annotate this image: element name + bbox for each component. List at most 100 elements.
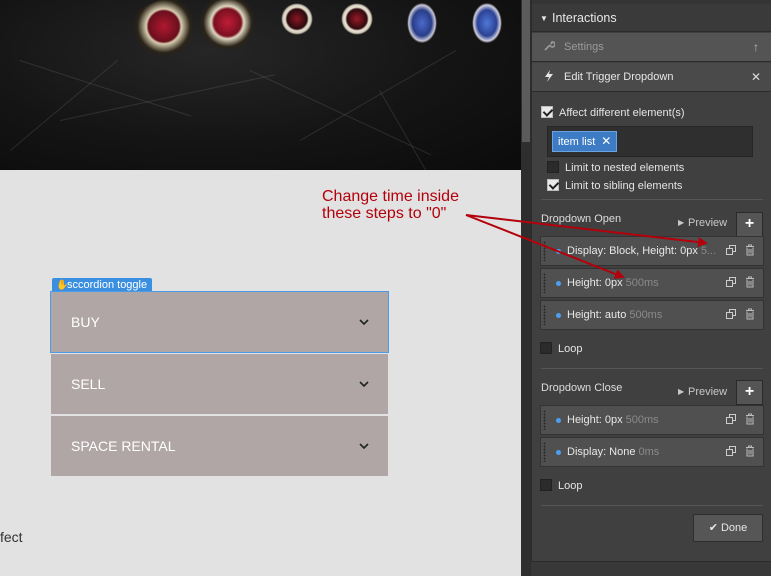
close-step[interactable]: Height: 0px 500ms <box>540 405 764 435</box>
selector-input[interactable]: item list ✕ <box>547 126 753 157</box>
settings-label: Settings <box>564 41 604 53</box>
duplicate-icon[interactable] <box>726 277 736 287</box>
accordion-toggle-sell[interactable]: SELL <box>51 354 388 414</box>
header-photo <box>0 0 521 170</box>
preview-open-button[interactable]: ▶ Preview <box>678 217 727 229</box>
done-label: Done <box>720 522 748 534</box>
open-loop-row[interactable]: Loop <box>540 341 582 357</box>
step-duration: 5... <box>700 245 717 257</box>
accordion-toggle-buy[interactable]: BUY <box>50 291 389 353</box>
ornament-image <box>200 0 255 50</box>
nested-checkbox[interactable] <box>547 161 559 173</box>
drag-handle[interactable] <box>543 442 546 462</box>
step-label: Display: Block, Height: 0px <box>567 245 698 257</box>
preview-close-button[interactable]: ▶ Preview <box>678 386 727 398</box>
panel-title: Interactions <box>552 11 617 25</box>
trash-icon[interactable] <box>745 445 755 457</box>
annotation-callout: Change time inside these steps to "0" <box>322 188 459 222</box>
trash-icon[interactable] <box>745 413 755 425</box>
step-label: Height: auto <box>567 309 627 321</box>
add-close-step-button[interactable]: + <box>736 380 763 405</box>
step-label: Height: 0px <box>567 277 623 289</box>
selector-token[interactable]: item list ✕ <box>552 131 618 152</box>
trash-icon[interactable] <box>745 276 755 288</box>
open-loop-checkbox[interactable] <box>540 342 552 354</box>
remove-token-icon[interactable]: ✕ <box>601 134 611 148</box>
selected-element-name: sccordion toggle <box>67 279 148 291</box>
designer-canvas[interactable]: ✋sccordion toggle BUY SELL SPACE RENTAL … <box>0 0 521 576</box>
duplicate-icon[interactable] <box>726 446 736 456</box>
drag-handle[interactable] <box>543 305 546 325</box>
trigger-label: Edit Trigger Dropdown <box>564 71 674 83</box>
loop-label: Loop <box>558 480 583 492</box>
step-duration: 500ms <box>629 309 663 321</box>
token-label: item list <box>558 136 596 148</box>
sibling-checkbox-row[interactable]: Limit to sibling elements <box>547 178 682 194</box>
ornament-image <box>125 0 205 68</box>
panel-footer <box>531 561 771 576</box>
accordion-toggle-space-rental[interactable]: SPACE RENTAL <box>51 416 388 476</box>
collapse-triangle-icon: ▼ <box>540 14 548 23</box>
panel-header[interactable]: ▼ Interactions <box>532 4 771 32</box>
accordion-label: BUY <box>71 314 100 330</box>
preview-label: Preview <box>688 386 728 398</box>
step-duration: 500ms <box>625 414 659 426</box>
annotation-line: Change time inside <box>322 188 459 205</box>
sibling-label: Limit to sibling elements <box>565 180 683 192</box>
duplicate-icon[interactable] <box>726 414 736 424</box>
step-duration: 0ms <box>638 446 660 458</box>
canvas-scrollbar[interactable] <box>521 0 531 576</box>
step-dot-icon <box>556 450 561 455</box>
play-icon: ▶ <box>678 218 685 227</box>
close-loop-row[interactable]: Loop <box>540 478 582 494</box>
duplicate-icon[interactable] <box>726 309 736 319</box>
trash-icon[interactable] <box>745 244 755 256</box>
chevron-down-icon <box>359 443 369 450</box>
open-step[interactable]: Display: Block, Height: 0px 5... <box>540 236 764 266</box>
dropdown-close-label: Dropdown Close <box>541 382 623 394</box>
open-step[interactable]: Height: auto 500ms <box>540 300 764 330</box>
loop-label: Loop <box>558 343 583 355</box>
settings-bar[interactable]: Settings ↑ <box>532 33 771 62</box>
duplicate-icon[interactable] <box>726 245 736 255</box>
step-label: Display: None <box>567 446 636 458</box>
scrollbar-thumb[interactable] <box>522 0 530 142</box>
lightning-icon <box>542 63 556 92</box>
close-loop-checkbox[interactable] <box>540 479 552 491</box>
done-button[interactable]: ✔ Done <box>693 514 763 542</box>
accordion-label: SPACE RENTAL <box>71 438 176 454</box>
affect-checkbox-row[interactable]: Affect different element(s) <box>541 105 685 121</box>
drag-handle[interactable] <box>543 241 546 261</box>
affect-checkbox[interactable] <box>541 106 553 118</box>
add-open-step-button[interactable]: + <box>736 212 763 237</box>
drag-handle[interactable] <box>543 410 546 430</box>
ornament-image <box>276 0 318 38</box>
sibling-checkbox[interactable] <box>547 179 559 191</box>
play-icon: ▶ <box>678 387 685 396</box>
partial-body-text: fect <box>0 529 23 545</box>
drag-handle[interactable] <box>543 273 546 293</box>
open-step[interactable]: Height: 0px 500ms <box>540 268 764 298</box>
ornament-image <box>405 0 439 46</box>
step-dot-icon <box>556 313 561 318</box>
hand-icon: ✋ <box>56 280 69 291</box>
trash-icon[interactable] <box>745 308 755 320</box>
accordion-label: SELL <box>71 376 106 392</box>
arrow-up-icon[interactable]: ↑ <box>750 33 762 62</box>
step-dot-icon <box>556 418 561 423</box>
nested-label: Limit to nested elements <box>565 162 685 174</box>
step-dot-icon <box>556 281 561 286</box>
ornament-image <box>336 0 378 38</box>
chevron-down-icon <box>359 381 369 388</box>
step-dot-icon <box>556 249 561 254</box>
preview-label: Preview <box>688 217 728 229</box>
trigger-bar: Edit Trigger Dropdown ✕ <box>532 63 771 92</box>
close-icon[interactable]: ✕ <box>750 63 762 92</box>
step-label: Height: 0px <box>567 414 623 426</box>
step-duration: 500ms <box>625 277 659 289</box>
chevron-down-icon <box>359 319 369 326</box>
close-step[interactable]: Display: None 0ms <box>540 437 764 467</box>
nested-checkbox-row[interactable]: Limit to nested elements <box>547 160 684 176</box>
selected-element-label: ✋sccordion toggle <box>52 278 153 293</box>
ornament-image <box>470 0 504 46</box>
